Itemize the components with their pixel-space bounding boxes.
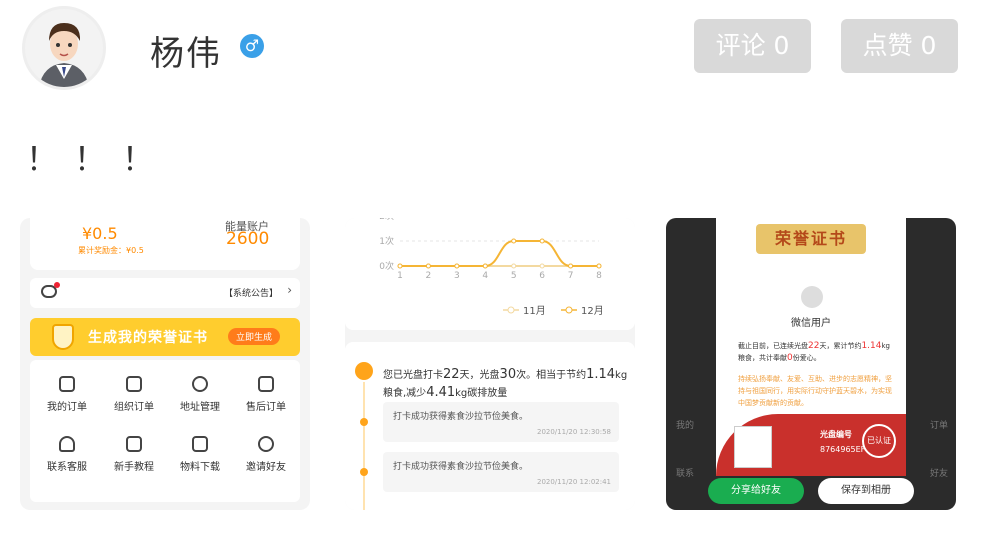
- data-point: [454, 263, 460, 269]
- x-tick-label: 7: [568, 271, 574, 281]
- data-point: [397, 263, 403, 269]
- location-icon: [192, 376, 208, 392]
- grid-item-after-sale[interactable]: 售后订单: [231, 376, 301, 413]
- post-image-3[interactable]: 我的 订单 联系 好友 荣誉证书 微信用户 截止目前，已连续光盘22天，累计节约…: [666, 218, 956, 510]
- order-icon: [59, 376, 75, 392]
- x-tick-label: 8: [596, 271, 602, 281]
- invite-icon: [258, 436, 274, 452]
- user-avatar-icon: [801, 286, 823, 308]
- checkin-line-chart: 0次 1次 2次 1 2 3 4 5 6 7 8 11月 12月: [379, 218, 604, 317]
- data-point: [596, 263, 602, 269]
- data-point: [511, 238, 517, 244]
- notice-label: 【系统公告】: [223, 289, 278, 299]
- y-tick-label: 2次: [379, 218, 394, 222]
- serial-number: 8764965EF: [820, 445, 866, 454]
- verified-stamp: 已认证: [862, 424, 896, 458]
- post-image-1[interactable]: ¥0.5 累计奖励金：¥0.5 能量账户 2600 【系统公告】 › 生成我的荣…: [20, 218, 310, 510]
- system-notice[interactable]: 【系统公告】 ›: [30, 278, 300, 308]
- data-point: [539, 238, 545, 244]
- book-icon: [126, 436, 142, 452]
- y-tick-label: 1次: [379, 235, 394, 247]
- data-point: [511, 263, 517, 269]
- background-peek: 我的: [676, 421, 695, 431]
- legend-marker: [507, 306, 515, 314]
- headset-icon: [59, 436, 75, 452]
- post-image-2[interactable]: 0次 1次 2次 1 2 3 4 5 6 7 8 11月 12月 您已光盘打卡22天，光盘30次。相当于…: [345, 218, 635, 510]
- grid-item-address[interactable]: 地址管理: [165, 376, 235, 413]
- account-card: ¥0.5 累计奖励金：¥0.5 能量账户 2600: [30, 218, 300, 270]
- post-text: ！！！: [26, 140, 171, 178]
- certificate-title: 荣誉证书: [756, 224, 866, 254]
- grid-item-support[interactable]: 联系客服: [32, 436, 102, 473]
- male-gender-icon: ♂: [240, 34, 264, 58]
- checkin-timeline: 您已光盘打卡22天，光盘30次。相当于节约1.14kg粮食,减少4.41kg碳排…: [345, 342, 635, 510]
- legend-label: 12月: [581, 305, 604, 317]
- certificate-user: 微信用户: [791, 318, 831, 329]
- function-grid: 我的订单 组织订单 地址管理 售后订单 联系客服 新手教程 物料下载 邀请好友: [30, 360, 300, 502]
- background-peek: 好友: [929, 469, 948, 479]
- like-button[interactable]: 点赞 0: [841, 19, 958, 73]
- data-point: [425, 263, 431, 269]
- checkin-summary: 您已光盘打卡22天，光盘30次。相当于节约1.14kg粮食,减少4.41kg碳排…: [383, 367, 628, 400]
- x-tick-label: 1: [397, 271, 403, 281]
- user-avatar[interactable]: [22, 6, 106, 90]
- qr-code-icon: [734, 426, 772, 468]
- x-tick-label: 6: [539, 271, 545, 281]
- background-peek: 订单: [929, 421, 948, 431]
- x-tick-label: 3: [454, 271, 460, 281]
- data-point: [539, 263, 545, 269]
- save-to-album-button[interactable]: 保存到相册: [818, 478, 914, 504]
- certificate-slogan: 持续弘扬奉献、友爱、互助、进步的志愿精神，坚持与祖国同行，用实际行动守护蓝天碧水…: [738, 375, 892, 407]
- data-point: [568, 263, 574, 269]
- energy-value: 2600: [226, 229, 270, 249]
- reward-subtitle: 累计奖励金：¥0.5: [78, 246, 144, 255]
- series-line: [399, 240, 599, 267]
- chevron-right-icon: ›: [287, 283, 292, 297]
- timeline-item: 打卡成功获得素食沙拉节俭美食。 2020/11/20 12:02:41: [383, 452, 619, 492]
- grid-item-download[interactable]: 物料下载: [165, 436, 235, 473]
- grid-item-invite[interactable]: 邀请好友: [231, 436, 301, 473]
- honor-certificate: 荣誉证书 微信用户 截止目前，已连续光盘22天，累计节约1.14kg粮食，共计奉…: [716, 218, 906, 476]
- grid-item-my-orders[interactable]: 我的订单: [32, 376, 102, 413]
- timeline-line: [363, 382, 365, 510]
- certificate-body: 截止目前，已连续光盘22天，累计节约1.14kg粮食，共计奉献0份爱心。: [738, 341, 890, 363]
- reward-amount: ¥0.5: [82, 224, 118, 243]
- unread-dot: [54, 282, 60, 288]
- banner-title: 生成我的荣誉证书: [88, 330, 208, 346]
- checkin-chart-card: 0次 1次 2次 1 2 3 4 5 6 7 8 11月 12月: [345, 218, 635, 330]
- comment-button[interactable]: 评论 0: [694, 19, 811, 73]
- certificate-banner[interactable]: 生成我的荣誉证书 立即生成: [30, 318, 300, 356]
- timeline-item: 打卡成功获得素食沙拉节俭美食。 2020/11/20 12:30:58: [383, 402, 619, 442]
- user-name: 杨伟: [150, 34, 222, 74]
- grid-item-org-orders[interactable]: 组织订单: [99, 376, 169, 413]
- leaf-icon: [355, 362, 373, 380]
- y-tick-label: 0次: [379, 260, 394, 272]
- grid-item-tutorial[interactable]: 新手教程: [99, 436, 169, 473]
- background-peek: 联系: [676, 469, 695, 479]
- certificate-footer: 光盘编号 8764965EF 已认证: [716, 414, 906, 476]
- badge-icon: [52, 324, 74, 350]
- serial-label: 光盘编号: [820, 430, 852, 439]
- data-point: [482, 263, 488, 269]
- return-icon: [258, 376, 274, 392]
- legend-label: 11月: [523, 305, 546, 317]
- share-to-friend-button[interactable]: 分享给好友: [708, 478, 804, 504]
- generate-now-button[interactable]: 立即生成: [227, 328, 280, 345]
- x-tick-label: 5: [511, 271, 517, 281]
- legend-marker: [565, 306, 573, 314]
- x-tick-label: 2: [426, 271, 432, 281]
- download-icon: [192, 436, 208, 452]
- timeline-dot: [360, 418, 368, 426]
- timeline-dot: [360, 468, 368, 476]
- x-tick-label: 4: [482, 271, 488, 281]
- org-order-icon: [126, 376, 142, 392]
